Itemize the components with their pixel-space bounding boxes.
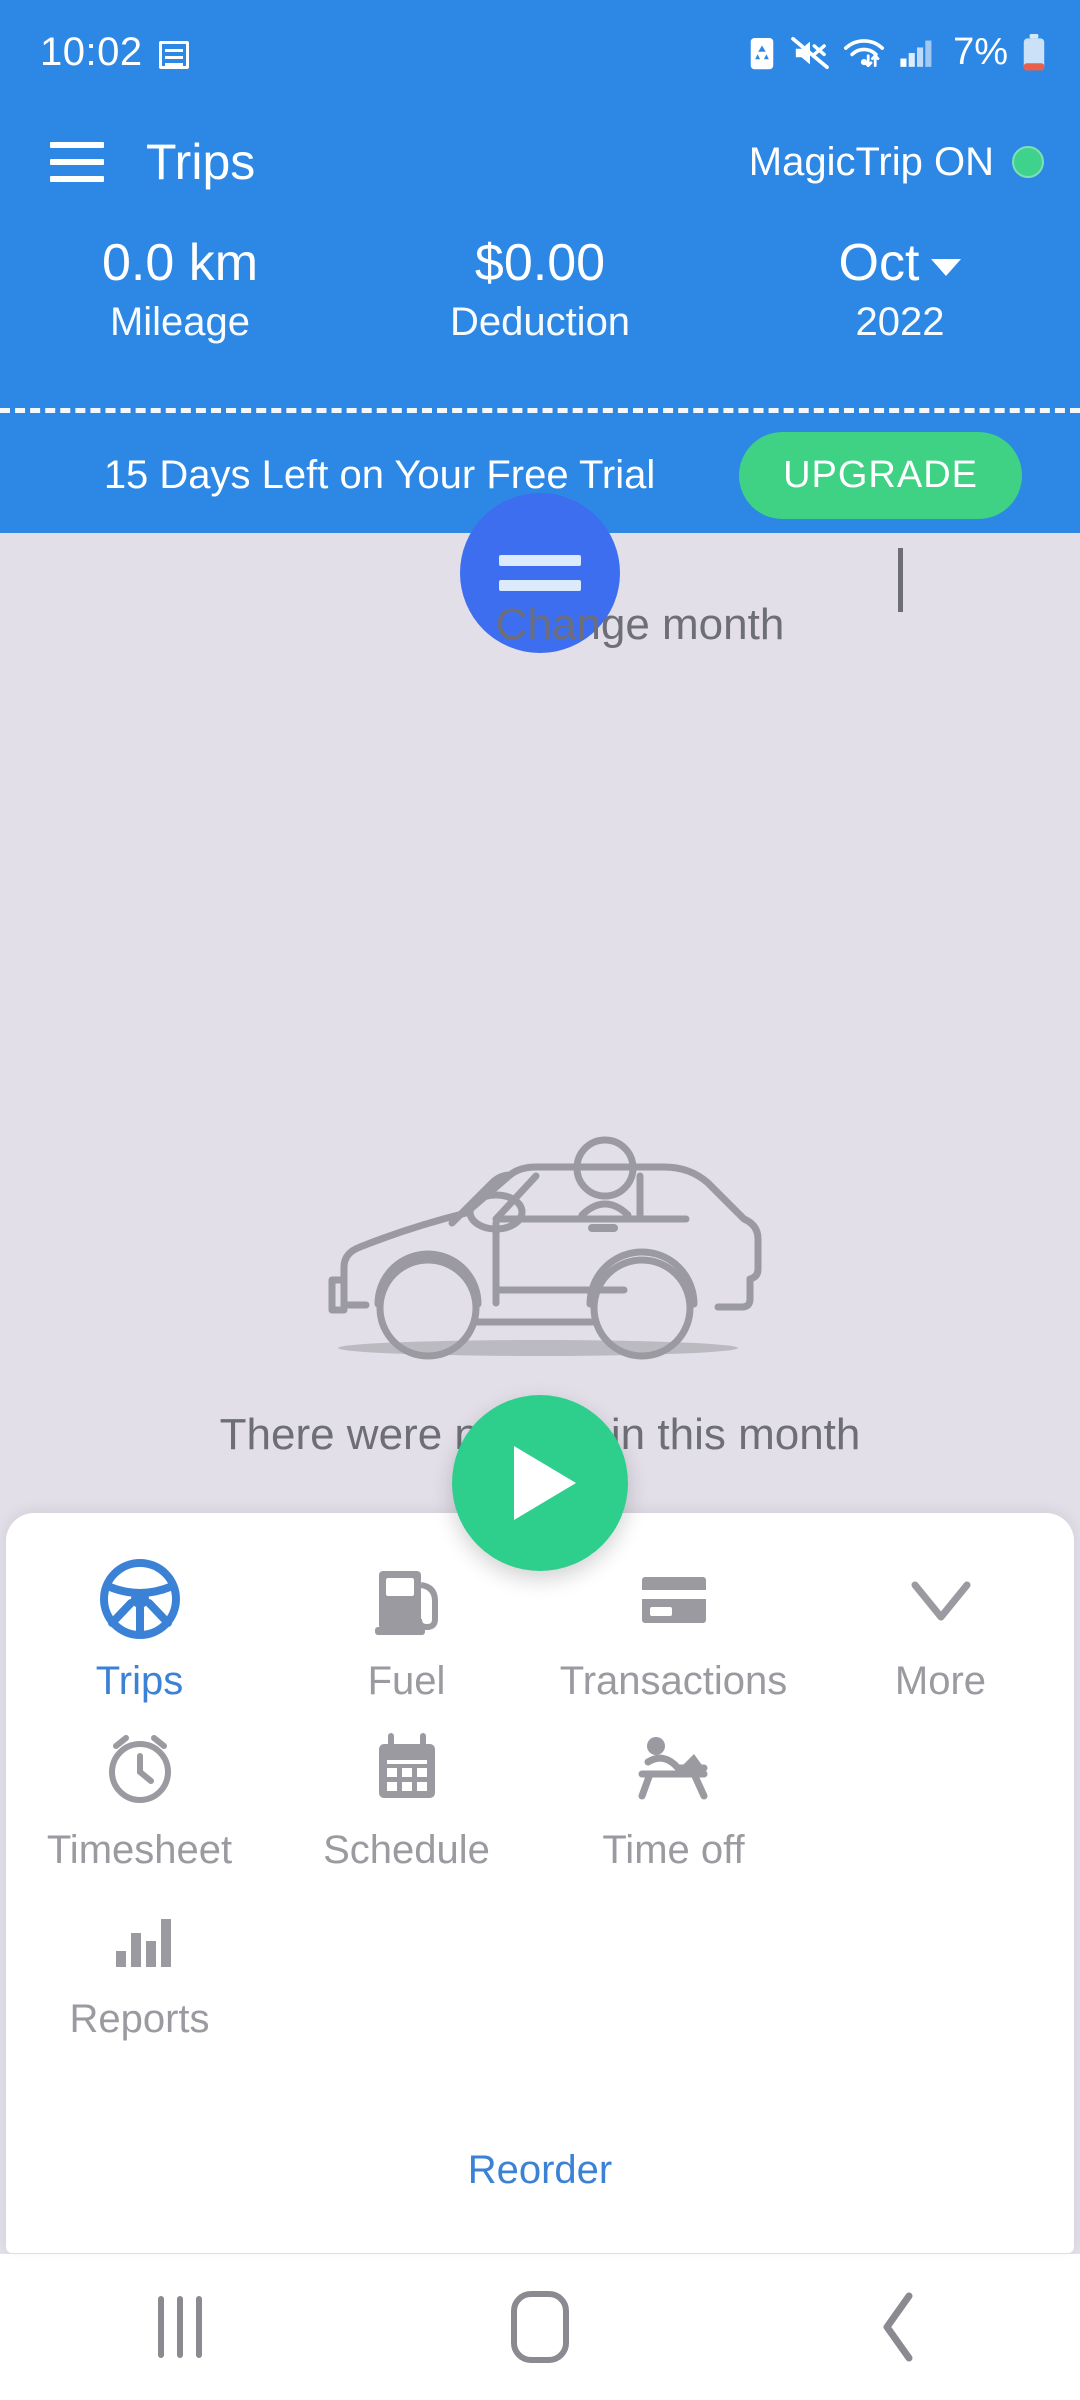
menu-item-transactions[interactable]: Transactions <box>540 1549 807 1704</box>
status-bar: 10:02 7% <box>0 0 1080 105</box>
stat-deduction-value: $0.00 <box>474 234 606 292</box>
menu-item-time-off[interactable]: Time off <box>540 1718 807 1873</box>
lounge-chair-icon <box>632 1718 716 1810</box>
trial-message: 15 Days Left on Your Free Trial <box>103 453 656 497</box>
menu-slot-empty-2 <box>273 1887 540 2042</box>
reorder-link[interactable]: Reorder <box>6 2148 1074 2193</box>
month-selector-row: Oct <box>839 232 962 294</box>
menu-item-fuel[interactable]: Fuel <box>273 1549 540 1704</box>
battery-percent: 7% <box>953 31 1008 73</box>
menu-item-reports[interactable]: Reports <box>6 1887 273 2042</box>
stat-deduction-label: Deduction <box>449 300 631 344</box>
menu-item-trips-label: Trips <box>95 1659 184 1703</box>
hamburger-menu-icon[interactable] <box>50 142 104 182</box>
battery-low-icon <box>1023 33 1045 71</box>
menu-item-reports-label: Reports <box>69 1997 210 2041</box>
calendar-icon <box>365 1718 449 1810</box>
stat-deduction: $0.00 Deduction <box>360 232 720 382</box>
home-button[interactable] <box>450 2254 630 2400</box>
bottom-sheet: Trips Fuel Transactions More Timesheet S… <box>6 1513 1074 2253</box>
magic-trip-toggle[interactable]: MagicTrip ON <box>749 140 1044 185</box>
menu-slot-empty-1 <box>807 1718 1074 1873</box>
menu-item-schedule-label: Schedule <box>323 1828 490 1872</box>
credit-card-icon <box>632 1549 716 1641</box>
menu-item-more-label: More <box>894 1659 987 1703</box>
battery-saver-icon <box>750 37 774 69</box>
wifi-icon <box>844 38 885 67</box>
year-value: 2022 <box>855 300 945 344</box>
stats-row: 0.0 km Mileage $0.00 Deduction Oct 2022 <box>0 232 1080 382</box>
menu-item-time-off-label: Time off <box>602 1828 745 1872</box>
magic-trip-status-dot <box>1012 146 1044 178</box>
status-bar-left: 10:02 <box>40 30 189 75</box>
home-icon <box>511 2291 569 2363</box>
start-trip-fab[interactable] <box>452 1395 628 1571</box>
app-header: 10:02 7% Trips MagicTrip ON 0.0 km Milea… <box>0 0 1080 533</box>
stat-mileage-value: 0.0 km <box>101 234 259 292</box>
android-nav-bar <box>0 2253 1080 2400</box>
divider <box>0 408 1080 413</box>
menu-item-trips[interactable]: Trips <box>6 1549 273 1704</box>
menu-row-3: Reports <box>6 1873 1074 2042</box>
menu-slot-empty-4 <box>807 1887 1074 2042</box>
title-bar: Trips MagicTrip ON <box>0 112 1080 212</box>
menu-item-timesheet-label: Timesheet <box>46 1828 233 1872</box>
menu-item-transactions-label: Transactions <box>559 1659 788 1703</box>
chevron-down-icon <box>899 1549 983 1641</box>
menu-item-schedule[interactable]: Schedule <box>273 1718 540 1873</box>
back-button[interactable] <box>810 2254 990 2400</box>
stat-mileage: 0.0 km Mileage <box>0 232 360 382</box>
magic-trip-label: MagicTrip ON <box>748 139 994 184</box>
menu-item-timesheet[interactable]: Timesheet <box>6 1718 273 1873</box>
menu-item-more[interactable]: More <box>807 1549 1074 1704</box>
status-bar-right: 7% <box>747 31 1046 74</box>
bar-chart-icon <box>98 1887 182 1979</box>
steering-wheel-icon <box>98 1549 182 1641</box>
menu-row-2: Timesheet Schedule Time off <box>6 1704 1074 1873</box>
recents-button[interactable] <box>90 2254 270 2400</box>
back-icon <box>883 2292 913 2362</box>
page-title: Trips <box>146 134 256 190</box>
change-month-hint: Change month <box>495 600 785 649</box>
month-value: Oct <box>838 234 920 292</box>
status-bar-clock: 10:02 <box>40 30 143 74</box>
month-selector[interactable]: Oct 2022 <box>720 232 1080 382</box>
signal-icon <box>900 40 932 67</box>
car-illustration <box>328 1136 762 1360</box>
fuel-pump-icon <box>365 1549 449 1641</box>
menu-item-fuel-label: Fuel <box>367 1659 446 1703</box>
recents-icon <box>158 2296 202 2358</box>
stat-mileage-label: Mileage <box>109 300 251 344</box>
mute-icon <box>791 36 829 69</box>
menu-slot-empty-3 <box>540 1887 807 2042</box>
phone-screen: 10:02 7% Trips MagicTrip ON 0.0 km Milea… <box>0 0 1080 2400</box>
upgrade-button[interactable]: UPGRADE <box>739 432 1022 519</box>
note-icon <box>158 37 189 69</box>
play-icon <box>514 1446 576 1520</box>
chevron-down-icon <box>931 258 962 276</box>
alarm-clock-icon <box>98 1718 182 1810</box>
